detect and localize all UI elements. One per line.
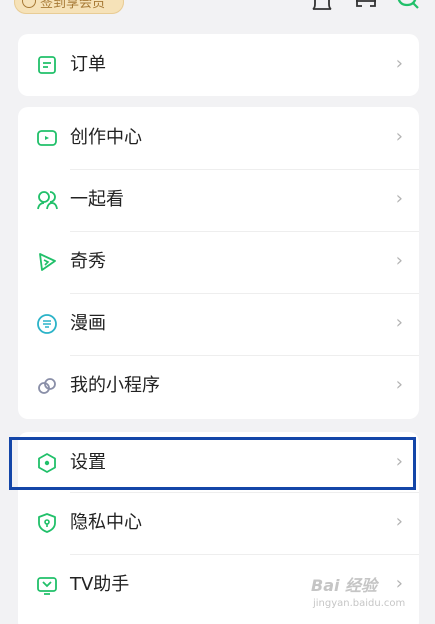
menu-item-settings[interactable]: 设置 › <box>18 432 419 494</box>
chevron-right-icon: › <box>395 250 403 271</box>
creation-center-icon <box>37 130 57 146</box>
settings-icon <box>38 453 56 473</box>
chevron-right-icon: › <box>395 374 403 395</box>
vip-crown-icon <box>22 0 36 8</box>
mini-program-icon <box>38 378 56 394</box>
menu-item-label: 创作中心 <box>70 127 142 148</box>
qixiu-icon <box>39 253 56 271</box>
comic-icon <box>37 314 57 334</box>
watermark-url: jingyan.baidu.com <box>313 598 406 609</box>
search-icon[interactable] <box>396 0 420 12</box>
chevron-right-icon: › <box>395 312 403 333</box>
menu-item-qixiu[interactable]: 奇秀 › <box>18 231 419 293</box>
menu-item-order[interactable]: 订单 › <box>18 34 419 96</box>
chevron-right-icon: › <box>395 53 403 74</box>
menu-item-label: 奇秀 <box>70 251 106 272</box>
menu-item-mini-program[interactable]: 我的小程序 › <box>18 355 419 417</box>
menu-item-label: 我的小程序 <box>70 375 160 396</box>
menu-item-label: 隐私中心 <box>70 512 142 533</box>
menu-item-privacy-center[interactable]: 隐私中心 › <box>18 492 419 554</box>
privacy-shield-icon <box>38 513 56 533</box>
menu-item-label: 订单 <box>70 54 106 75</box>
baidu-jingyan-watermark: Bai 经验 jingyan.baidu.com <box>309 568 409 614</box>
chevron-right-icon: › <box>395 511 403 532</box>
menu-item-label: 漫画 <box>70 313 106 334</box>
watch-together-icon <box>37 191 58 210</box>
menu-item-label: 一起看 <box>70 189 124 210</box>
chevron-right-icon: › <box>395 126 403 147</box>
watermark-text: Bai 经验 <box>311 576 378 595</box>
menu-item-watch-together[interactable]: 一起看 › <box>18 169 419 231</box>
services-card: 创作中心 › 一起看 › 奇秀 › 漫画 › 我的小程序 › <box>18 107 419 419</box>
top-bar: 签到享会员 <box>0 0 435 22</box>
tv-icon <box>37 577 57 595</box>
vip-checkin-badge[interactable]: 签到享会员 <box>14 0 124 14</box>
menu-item-comic[interactable]: 漫画 › <box>18 293 419 355</box>
menu-item-creation-center[interactable]: 创作中心 › <box>18 107 419 169</box>
order-card: 订单 › <box>18 34 419 96</box>
order-icon <box>38 56 56 74</box>
menu-item-label: 设置 <box>70 452 106 473</box>
menu-item-label: TV助手 <box>70 574 130 595</box>
vip-badge-label: 签到享会员 <box>40 0 106 11</box>
chevron-right-icon: › <box>395 451 403 472</box>
chevron-right-icon: › <box>395 188 403 209</box>
bell-icon[interactable] <box>312 0 332 12</box>
scan-icon[interactable] <box>355 0 377 12</box>
